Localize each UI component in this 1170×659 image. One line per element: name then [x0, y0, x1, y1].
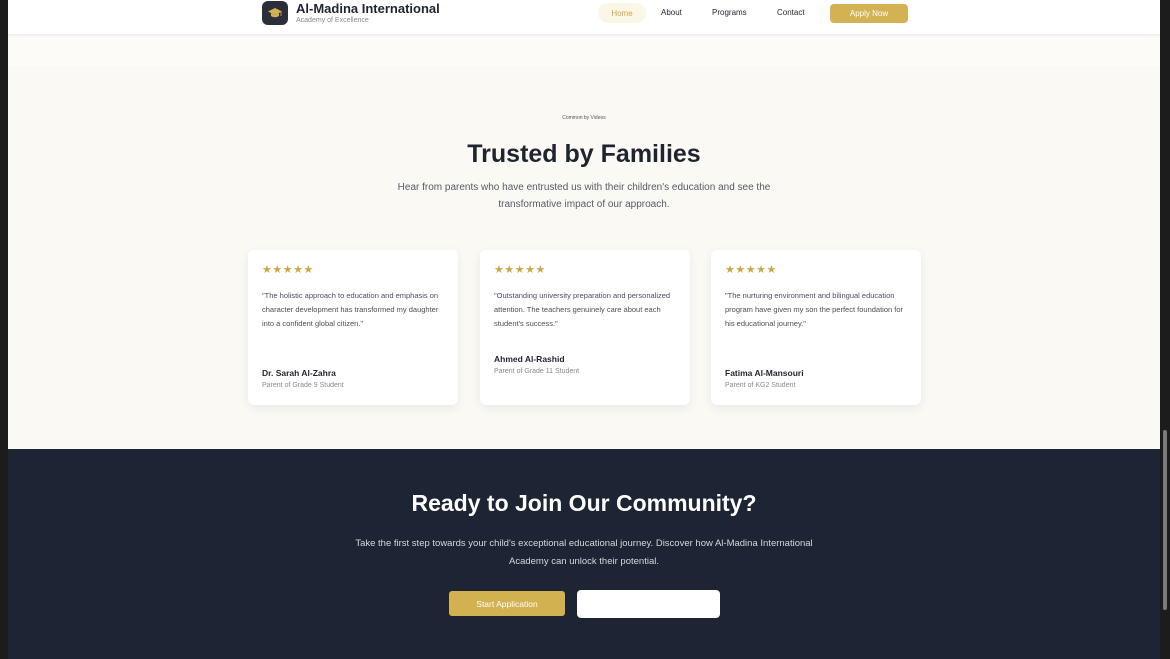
page: Al-Madina International Academy of Excel… — [8, 0, 1160, 659]
testimonial-author: Ahmed Al-Rashid — [494, 354, 565, 364]
nav-contact[interactable]: Contact — [777, 8, 805, 17]
testimonial-card: ★★★★★ "Outstanding university preparatio… — [480, 250, 690, 405]
testimonial-card: ★★★★★ "The nurturing environment and bil… — [711, 250, 921, 405]
section-title: Trusted by Families — [467, 140, 701, 168]
site-header: Al-Madina International Academy of Excel… — [8, 0, 1160, 34]
testimonial-author: Dr. Sarah Al-Zahra — [262, 368, 336, 378]
nav-programs[interactable]: Programs — [712, 8, 747, 17]
scrollbar-thumb[interactable] — [1163, 430, 1167, 610]
nav-about[interactable]: About — [661, 8, 682, 17]
star-rating-icon: ★★★★★ — [262, 264, 314, 276]
testimonial-role: Parent of KG2 Student — [725, 382, 796, 389]
testimonial-role: Parent of Grade 9 Student — [262, 382, 344, 389]
testimonial-quote: "The holistic approach to education and … — [262, 291, 439, 328]
testimonial-quote: "Outstanding university preparation and … — [494, 291, 671, 328]
testimonial-card: ★★★★★ "The holistic approach to educatio… — [248, 250, 458, 405]
star-rating-icon: ★★★★★ — [725, 264, 777, 276]
cta-subtitle: Take the first step towards your child's… — [355, 538, 813, 567]
testimonial-quote: "The nurturing environment and bilingual… — [725, 291, 904, 328]
logo[interactable] — [262, 1, 288, 25]
star-rating-icon: ★★★★★ — [494, 264, 546, 276]
section-subtitle: Hear from parents who have entrusted us … — [397, 182, 771, 210]
brand-tagline: Academy of Excellence — [296, 17, 369, 24]
section-eyebrow: Common by Videos — [562, 115, 606, 121]
secondary-cta-button[interactable] — [577, 590, 720, 618]
brand-name[interactable]: Al-Madina International — [296, 1, 440, 16]
graduation-cap-icon — [268, 8, 282, 18]
apply-now-button[interactable]: Apply Now — [830, 4, 908, 23]
start-application-button[interactable]: Start Application — [449, 591, 565, 616]
testimonial-role: Parent of Grade 11 Student — [494, 368, 580, 375]
cta-section: Ready to Join Our Community? Take the fi… — [8, 449, 1160, 659]
nav-home[interactable]: Home — [598, 3, 646, 23]
testimonial-author: Fatima Al-Mansouri — [725, 368, 804, 378]
cta-title: Ready to Join Our Community? — [411, 490, 757, 516]
